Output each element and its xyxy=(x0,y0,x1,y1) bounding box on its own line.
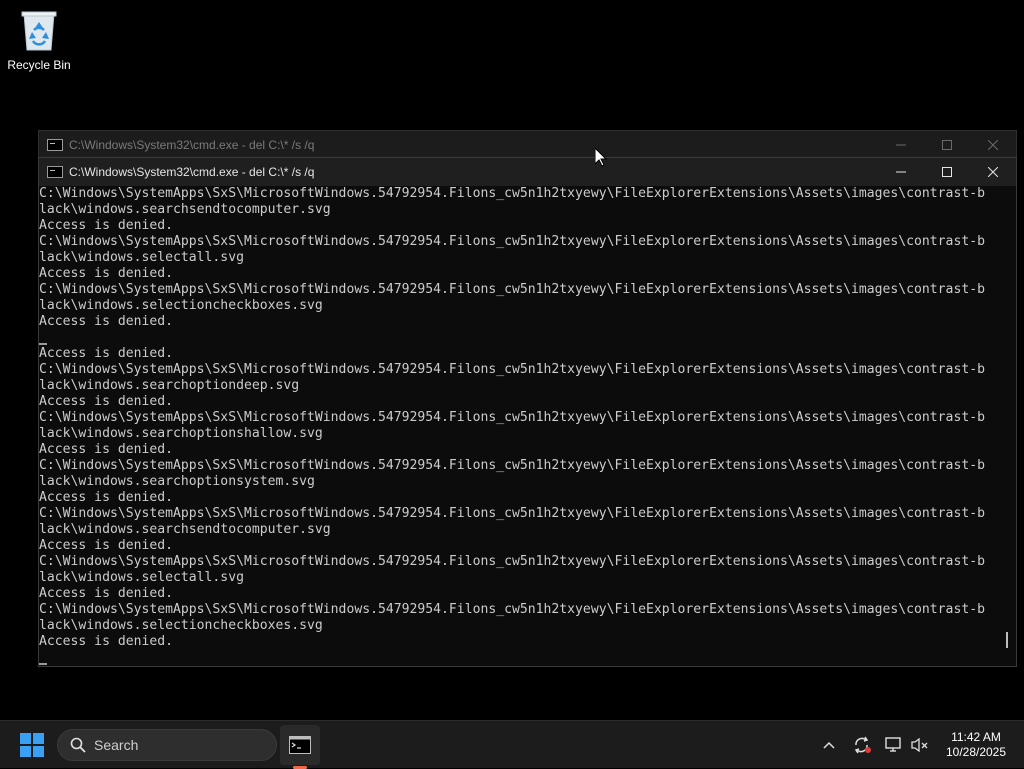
cmd-app-icon xyxy=(47,166,63,178)
console-line: Access is denied. xyxy=(39,314,174,329)
console-line: Access is denied. xyxy=(39,538,174,553)
sync-icon xyxy=(854,736,871,754)
console-line: C:\Windows\SystemApps\SxS\MicrosoftWindo… xyxy=(39,554,985,569)
console-line: Access is denied. xyxy=(39,442,174,457)
cmd-window[interactable]: C:\Windows\System32\cmd.exe - del C:\* /… xyxy=(38,157,1017,667)
console-line: C:\Windows\SystemApps\SxS\MicrosoftWindo… xyxy=(39,234,985,249)
start-button[interactable] xyxy=(14,731,50,759)
speaker-muted-icon xyxy=(911,737,928,753)
console-line: C:\Windows\SystemApps\SxS\MicrosoftWindo… xyxy=(39,458,985,473)
console-line: Access is denied. xyxy=(39,634,174,649)
cmd-window-background[interactable]: C:\Windows\System32\cmd.exe - del C:\* /… xyxy=(38,130,1017,160)
console-line: lack\windows.searchoptionshallow.svg xyxy=(39,426,323,441)
console-line: Access is denied. xyxy=(39,346,174,361)
maximize-button[interactable] xyxy=(924,131,970,159)
show-hidden-icons-button[interactable] xyxy=(818,721,840,769)
scrollbar-thumb[interactable] xyxy=(1006,632,1008,648)
volume-button[interactable] xyxy=(908,721,932,769)
taskbar: Search 11:42 AM 10/28/2025 xyxy=(0,720,1024,769)
desktop: Recycle Bin C:\Windows\System32\cmd.exe … xyxy=(0,0,1024,720)
search-placeholder: Search xyxy=(94,737,139,753)
titlebar[interactable]: C:\Windows\System32\cmd.exe - del C:\* /… xyxy=(39,131,1016,159)
console-line: lack\windows.selectioncheckboxes.svg xyxy=(39,298,323,313)
console-line: lack\windows.searchoptiondeep.svg xyxy=(39,378,300,393)
windows-start-icon xyxy=(20,733,44,757)
cmd-app-icon xyxy=(47,139,63,151)
recycle-bin-icon xyxy=(20,8,58,52)
console-line: Access is denied. xyxy=(39,266,174,281)
taskbar-app-cmd[interactable] xyxy=(280,725,320,765)
mouse-pointer-icon xyxy=(595,148,607,167)
scrollbar[interactable] xyxy=(998,186,1016,666)
console-line: C:\Windows\SystemApps\SxS\MicrosoftWindo… xyxy=(39,506,985,521)
display-icon xyxy=(885,737,901,752)
console-line: C:\Windows\SystemApps\SxS\MicrosoftWindo… xyxy=(39,410,985,425)
console-line: C:\Windows\SystemApps\SxS\MicrosoftWindo… xyxy=(39,602,985,617)
console-blank-line xyxy=(39,330,998,346)
console-line: lack\windows.selectioncheckboxes.svg xyxy=(39,618,323,633)
chevron-up-icon xyxy=(823,741,835,749)
console-line: C:\Windows\SystemApps\SxS\MicrosoftWindo… xyxy=(39,186,985,201)
console-line: Access is denied. xyxy=(39,586,174,601)
console-line: lack\windows.searchoptionsystem.svg xyxy=(39,474,315,489)
terminal-icon xyxy=(289,736,311,754)
minimize-button[interactable] xyxy=(878,158,924,186)
console-line: lack\windows.searchsendtocomputer.svg xyxy=(39,522,331,537)
console-cursor-line xyxy=(39,650,998,666)
console-line: lack\windows.searchsendtocomputer.svg xyxy=(39,202,331,217)
minimize-button[interactable] xyxy=(878,131,924,159)
clock-time: 11:42 AM xyxy=(951,730,1001,744)
console-output[interactable]: C:\Windows\SystemApps\SxS\MicrosoftWindo… xyxy=(39,186,998,666)
text-cursor xyxy=(39,343,47,345)
console-line: C:\Windows\SystemApps\SxS\MicrosoftWindo… xyxy=(39,362,985,377)
console-line: Access is denied. xyxy=(39,218,174,233)
window-title: C:\Windows\System32\cmd.exe - del C:\* /… xyxy=(69,165,315,179)
console-line: lack\windows.selectall.svg xyxy=(39,250,244,265)
close-button[interactable] xyxy=(970,158,1016,186)
recycle-bin-label: Recycle Bin xyxy=(7,58,71,72)
console-line: Access is denied. xyxy=(39,394,174,409)
titlebar[interactable]: C:\Windows\System32\cmd.exe - del C:\* /… xyxy=(39,158,1016,186)
text-cursor xyxy=(39,663,47,665)
close-button[interactable] xyxy=(970,131,1016,159)
recycle-bin[interactable]: Recycle Bin xyxy=(4,6,74,78)
console-line: lack\windows.selectall.svg xyxy=(39,570,244,585)
clock[interactable]: 11:42 AM 10/28/2025 xyxy=(936,730,1016,760)
window-title: C:\Windows\System32\cmd.exe - del C:\* /… xyxy=(69,138,315,152)
maximize-button[interactable] xyxy=(924,158,970,186)
search-icon xyxy=(70,737,86,753)
network-display-button[interactable] xyxy=(882,721,906,769)
console-line: Access is denied. xyxy=(39,490,174,505)
sync-status-button[interactable] xyxy=(850,721,874,769)
console-line: C:\Windows\SystemApps\SxS\MicrosoftWindo… xyxy=(39,282,985,297)
clock-date: 10/28/2025 xyxy=(945,745,1007,759)
taskbar-search[interactable]: Search xyxy=(57,729,277,761)
